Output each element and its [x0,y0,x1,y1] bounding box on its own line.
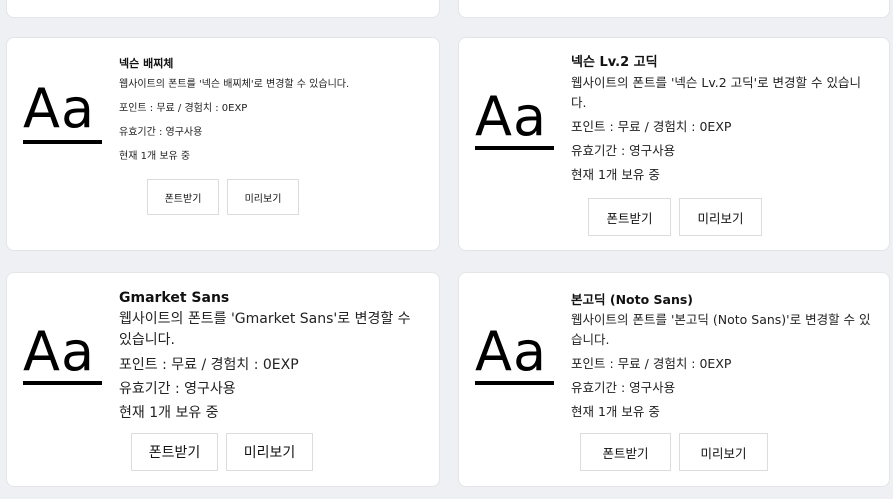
font-title: Gmarket Sans [119,290,230,306]
font-points: 포인트 : 무료 / 경험치 : 0EXP [571,119,732,134]
font-period: 유효기간 : 영구사용 [571,143,676,158]
preview-font-button[interactable]: 미리보기 [679,433,768,471]
font-description: 웹사이트의 폰트를 '본고딕 (Noto Sans)'로 변경할 수 있습니다. [571,312,871,347]
font-sample-underline [475,381,554,385]
font-points: 포인트 : 무료 / 경험치 : 0EXP [119,103,248,114]
font-sample-underline [475,146,554,150]
font-sample-icon: Aa [23,320,96,383]
preview-font-button[interactable]: 미리보기 [227,179,299,215]
font-info: 넥슨 Lv.2 고딕 웹사이트의 폰트를 '넥슨 Lv.2 고딕'로 변경할 수… [571,53,871,187]
font-sample-underline [23,381,102,385]
card-partial-right [458,0,890,18]
download-font-button[interactable]: 폰트받기 [147,179,219,215]
font-sample-icon: Aa [475,320,548,383]
font-card-noto-sans: Aa 본고딕 (Noto Sans) 웹사이트의 폰트를 '본고딕 (Noto … [458,272,890,487]
download-font-button[interactable]: 폰트받기 [580,433,671,471]
font-period: 유효기간 : 영구사용 [119,381,236,397]
font-description: 웹사이트의 폰트를 '넥슨 배찌체'로 변경할 수 있습니다. [119,79,350,90]
font-info: 넥슨 배찌체 웹사이트의 폰트를 '넥슨 배찌체'로 변경할 수 있습니다. 포… [119,55,429,169]
font-actions: 폰트받기 미리보기 [147,179,299,215]
font-description: 웹사이트의 폰트를 '넥슨 Lv.2 고딕'로 변경할 수 있습니다. [571,75,862,110]
font-sample-icon: Aa [475,85,548,148]
font-card-nexon-lv2-gothic: Aa 넥슨 Lv.2 고딕 웹사이트의 폰트를 '넥슨 Lv.2 고딕'로 변경… [458,37,890,251]
font-actions: 폰트받기 미리보기 [588,198,762,236]
font-actions: 폰트받기 미리보기 [580,433,768,471]
font-period: 유효기간 : 영구사용 [571,380,676,395]
card-partial-left [6,0,440,18]
font-description: 웹사이트의 폰트를 'Gmarket Sans'로 변경할 수 있습니다. [119,311,411,348]
font-sample-icon: Aa [23,77,96,140]
font-owned: 현재 1개 보유 중 [571,404,660,419]
font-info: 본고딕 (Noto Sans) 웹사이트의 폰트를 '본고딕 (Noto San… [571,290,876,424]
download-font-button[interactable]: 폰트받기 [131,433,218,471]
font-card-nexon-bazzi: Aa 넥슨 배찌체 웹사이트의 폰트를 '넥슨 배찌체'로 변경할 수 있습니다… [6,37,440,251]
font-sample-underline [23,140,102,144]
font-owned: 현재 1개 보유 중 [571,167,660,182]
download-font-button[interactable]: 폰트받기 [588,198,671,236]
font-owned: 현재 1개 보유 중 [119,151,191,162]
font-title: 넥슨 Lv.2 고딕 [571,55,658,70]
font-owned: 현재 1개 보유 중 [119,405,219,421]
font-points: 포인트 : 무료 / 경험치 : 0EXP [571,356,732,371]
font-period: 유효기간 : 영구사용 [119,127,203,138]
preview-font-button[interactable]: 미리보기 [226,433,313,471]
font-title: 넥슨 배찌체 [119,57,174,70]
font-points: 포인트 : 무료 / 경험치 : 0EXP [119,357,299,373]
font-title: 본고딕 (Noto Sans) [571,292,694,307]
font-actions: 폰트받기 미리보기 [131,433,313,471]
font-card-gmarket-sans: Aa Gmarket Sans 웹사이트의 폰트를 'Gmarket Sans'… [6,272,440,487]
preview-font-button[interactable]: 미리보기 [679,198,762,236]
font-info: Gmarket Sans 웹사이트의 폰트를 'Gmarket Sans'로 변… [119,287,425,425]
